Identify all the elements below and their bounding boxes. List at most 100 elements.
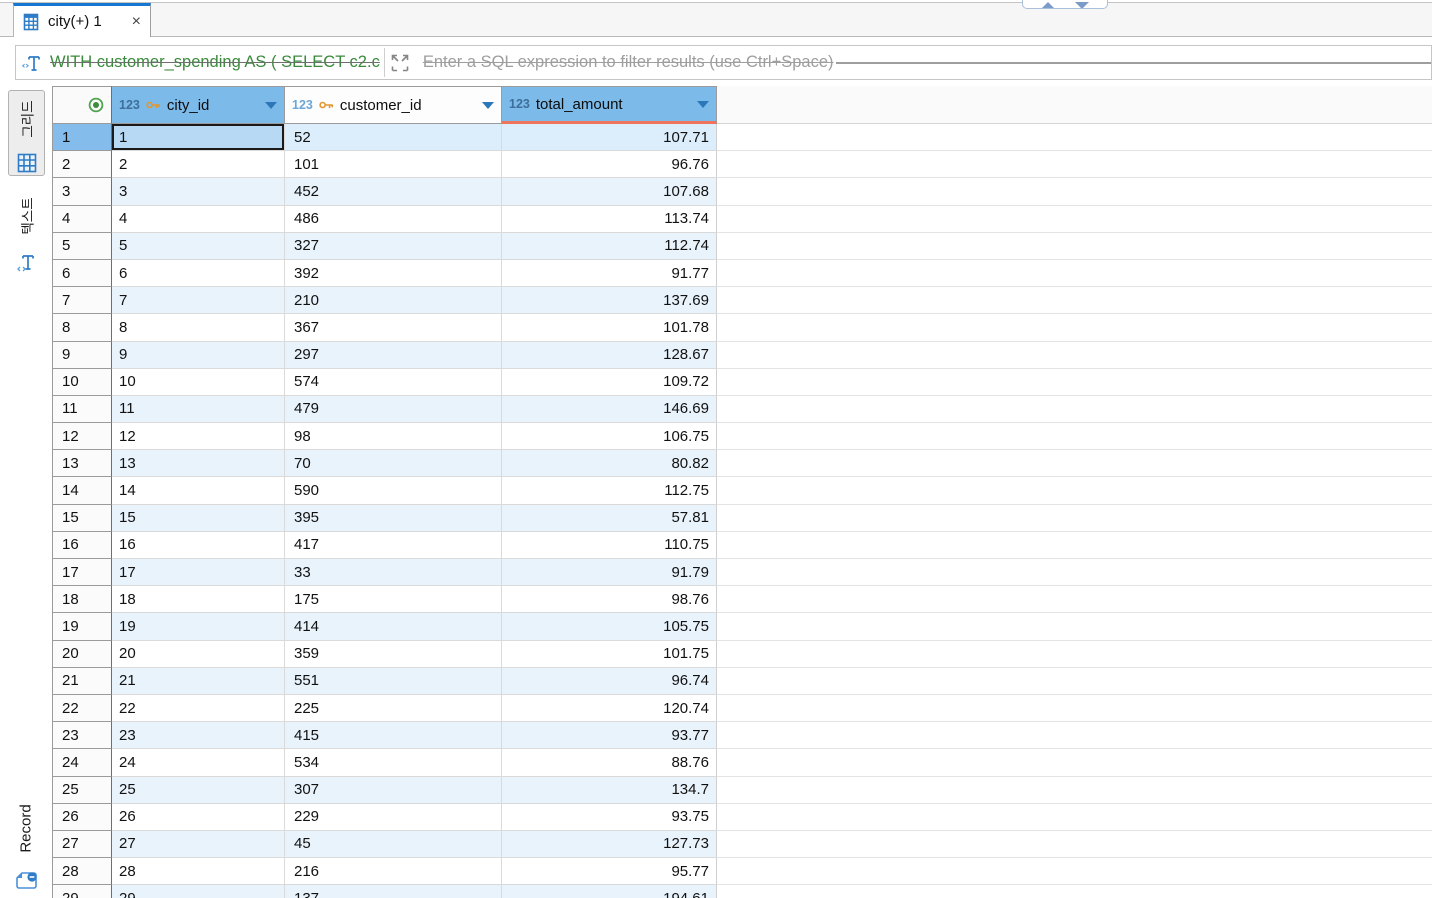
row-number[interactable]: 21 xyxy=(52,668,112,695)
cell-customer-id[interactable]: 297 xyxy=(285,342,502,369)
row-number[interactable]: 4 xyxy=(52,206,112,233)
row-number[interactable]: 29 xyxy=(52,885,112,898)
cell-city-id[interactable]: 22 xyxy=(112,695,285,722)
cell-city-id[interactable]: 24 xyxy=(112,749,285,776)
cell-customer-id[interactable]: 417 xyxy=(285,532,502,559)
cell-city-id[interactable]: 2 xyxy=(112,151,285,178)
cell-total-amount[interactable]: 88.76 xyxy=(502,749,717,776)
cell-customer-id[interactable]: 70 xyxy=(285,450,502,477)
row-number[interactable]: 11 xyxy=(52,396,112,423)
cell-customer-id[interactable]: 534 xyxy=(285,749,502,776)
row-number[interactable]: 26 xyxy=(52,804,112,831)
cell-city-id[interactable]: 17 xyxy=(112,559,285,586)
cell-total-amount[interactable]: 101.78 xyxy=(502,314,717,341)
grid-corner-cell[interactable] xyxy=(52,86,112,124)
row-number[interactable]: 2 xyxy=(52,151,112,178)
row-number[interactable]: 12 xyxy=(52,423,112,450)
cell-customer-id[interactable]: 414 xyxy=(285,613,502,640)
cell-total-amount[interactable]: 80.82 xyxy=(502,450,717,477)
row-number[interactable]: 7 xyxy=(52,287,112,314)
cell-customer-id[interactable]: 137 xyxy=(285,885,502,898)
row-number[interactable]: 13 xyxy=(52,450,112,477)
cell-total-amount[interactable]: 128.67 xyxy=(502,342,717,369)
cell-total-amount[interactable]: 57.81 xyxy=(502,505,717,532)
cell-customer-id[interactable]: 590 xyxy=(285,477,502,504)
cell-city-id[interactable]: 29 xyxy=(112,885,285,898)
column-dropdown-icon[interactable] xyxy=(697,101,709,108)
row-number[interactable]: 28 xyxy=(52,858,112,885)
tab-close-icon[interactable]: × xyxy=(132,14,141,30)
row-number[interactable]: 20 xyxy=(52,641,112,668)
cell-city-id[interactable]: 1 xyxy=(112,124,285,151)
cell-total-amount[interactable]: 107.68 xyxy=(502,178,717,205)
cell-customer-id[interactable]: 551 xyxy=(285,668,502,695)
sidebar-tab-grid[interactable]: 그리드 xyxy=(8,90,45,176)
cell-total-amount[interactable]: 109.72 xyxy=(502,369,717,396)
cell-customer-id[interactable]: 33 xyxy=(285,559,502,586)
cell-city-id[interactable]: 20 xyxy=(112,641,285,668)
row-number[interactable]: 25 xyxy=(52,777,112,804)
cell-total-amount[interactable]: 112.75 xyxy=(502,477,717,504)
cell-city-id[interactable]: 26 xyxy=(112,804,285,831)
cell-customer-id[interactable]: 101 xyxy=(285,151,502,178)
cell-customer-id[interactable]: 479 xyxy=(285,396,502,423)
cell-total-amount[interactable]: 107.71 xyxy=(502,124,717,151)
cell-customer-id[interactable]: 175 xyxy=(285,586,502,613)
cell-total-amount[interactable]: 137.69 xyxy=(502,287,717,314)
cell-customer-id[interactable]: 415 xyxy=(285,722,502,749)
cell-total-amount[interactable]: 120.74 xyxy=(502,695,717,722)
cell-customer-id[interactable]: 327 xyxy=(285,233,502,260)
row-number[interactable]: 23 xyxy=(52,722,112,749)
filter-placeholder[interactable]: Enter a SQL expression to filter results… xyxy=(423,53,834,72)
cell-customer-id[interactable]: 229 xyxy=(285,804,502,831)
cell-total-amount[interactable]: 110.75 xyxy=(502,532,717,559)
cell-customer-id[interactable]: 367 xyxy=(285,314,502,341)
cell-city-id[interactable]: 5 xyxy=(112,233,285,260)
cell-total-amount[interactable]: 194.61 xyxy=(502,885,717,898)
cell-total-amount[interactable]: 127.73 xyxy=(502,831,717,858)
cell-city-id[interactable]: 10 xyxy=(112,369,285,396)
expand-filter-panel-icon[interactable] xyxy=(389,52,411,74)
cell-city-id[interactable]: 21 xyxy=(112,668,285,695)
cell-total-amount[interactable]: 146.69 xyxy=(502,396,717,423)
cell-city-id[interactable]: 19 xyxy=(112,613,285,640)
cell-total-amount[interactable]: 96.74 xyxy=(502,668,717,695)
row-number[interactable]: 18 xyxy=(52,586,112,613)
cell-total-amount[interactable]: 112.74 xyxy=(502,233,717,260)
cell-city-id[interactable]: 11 xyxy=(112,396,285,423)
cell-customer-id[interactable]: 486 xyxy=(285,206,502,233)
scroll-down-icon[interactable] xyxy=(1075,2,1089,9)
result-filter-bar[interactable]: WITH customer_spending AS ( SELECT c2.c … xyxy=(15,45,1432,80)
cell-city-id[interactable]: 8 xyxy=(112,314,285,341)
cell-customer-id[interactable]: 307 xyxy=(285,777,502,804)
cell-city-id[interactable]: 23 xyxy=(112,722,285,749)
cell-total-amount[interactable]: 95.77 xyxy=(502,858,717,885)
cell-city-id[interactable]: 13 xyxy=(112,450,285,477)
row-number[interactable]: 17 xyxy=(52,559,112,586)
cell-customer-id[interactable]: 392 xyxy=(285,260,502,287)
row-number[interactable]: 1 xyxy=(52,124,112,151)
row-number[interactable]: 8 xyxy=(52,314,112,341)
cell-city-id[interactable]: 12 xyxy=(112,423,285,450)
column-dropdown-icon[interactable] xyxy=(265,102,277,109)
sidebar-tab-text[interactable]: 텍스트 xyxy=(8,186,45,280)
cell-total-amount[interactable]: 105.75 xyxy=(502,613,717,640)
cell-total-amount[interactable]: 93.75 xyxy=(502,804,717,831)
column-dropdown-icon[interactable] xyxy=(482,102,494,109)
column-header-customer-id[interactable]: 123 customer_id xyxy=(285,86,502,124)
cell-city-id[interactable]: 4 xyxy=(112,206,285,233)
scroll-up-icon[interactable] xyxy=(1041,2,1055,9)
cell-customer-id[interactable]: 210 xyxy=(285,287,502,314)
row-number[interactable]: 10 xyxy=(52,369,112,396)
cell-customer-id[interactable]: 216 xyxy=(285,858,502,885)
cell-total-amount[interactable]: 93.77 xyxy=(502,722,717,749)
cell-city-id[interactable]: 14 xyxy=(112,477,285,504)
row-number[interactable]: 5 xyxy=(52,233,112,260)
cell-total-amount[interactable]: 101.75 xyxy=(502,641,717,668)
tab-city-result[interactable]: city(+) 1 × xyxy=(13,3,151,37)
cell-total-amount[interactable]: 91.77 xyxy=(502,260,717,287)
cell-total-amount[interactable]: 113.74 xyxy=(502,206,717,233)
row-number[interactable]: 19 xyxy=(52,613,112,640)
cell-total-amount[interactable]: 91.79 xyxy=(502,559,717,586)
row-number[interactable]: 9 xyxy=(52,342,112,369)
